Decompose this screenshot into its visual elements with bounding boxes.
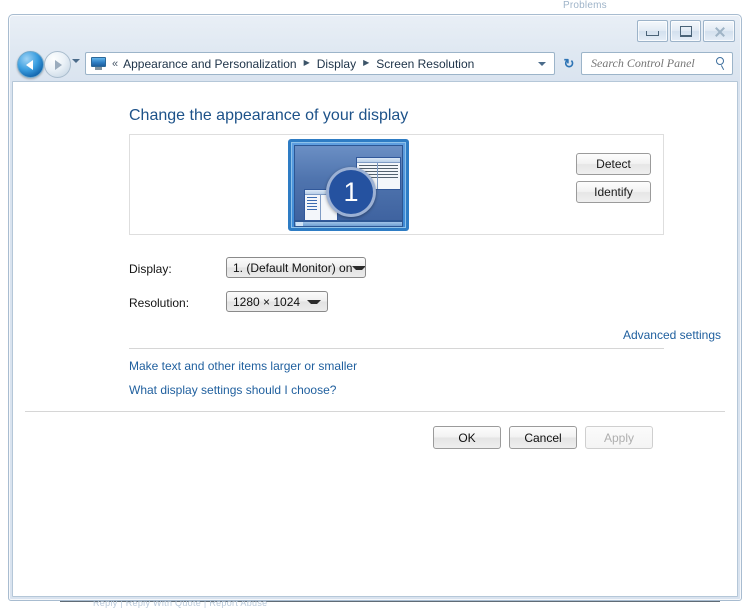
search-icon [715,57,728,71]
minimize-icon [646,31,659,36]
divider-upper [129,348,664,349]
chevron-down-icon-display [352,265,365,270]
chevron-down-icon-address[interactable] [538,61,546,66]
navigation-bar: « Appearance and Personalization ▶ Displ… [9,47,741,81]
arrow-left-icon [26,59,33,70]
control-panel-icon [91,57,106,70]
advanced-settings-link[interactable]: Advanced settings [623,328,721,342]
back-button[interactable] [17,51,44,78]
preview-taskbar [294,221,403,227]
arrow-right-icon [55,59,62,70]
refresh-icon[interactable]: ↻ [559,53,579,74]
identify-button[interactable]: Identify [576,181,651,203]
close-icon [714,26,725,37]
monitor-number-badge: 1 [326,167,376,217]
display-select-value: 1. (Default Monitor) on [233,260,353,275]
window-client-area: Change the appearance of your display 1 [12,81,738,597]
window-title-bar [9,15,741,47]
display-select[interactable]: 1. (Default Monitor) on [226,257,366,278]
background-page-text-top: Problems [563,0,607,11]
divider-lower [25,411,725,412]
breadcrumb-overflow-icon[interactable]: « [112,58,118,70]
screen-resolution-window: « Appearance and Personalization ▶ Displ… [8,14,742,601]
apply-button: Apply [585,426,653,449]
breadcrumb-item-screen-resolution[interactable]: Screen Resolution [376,57,474,71]
close-button[interactable] [703,20,735,42]
breadcrumb-separator-icon[interactable]: ▶ [363,58,369,67]
search-input[interactable] [589,55,715,72]
chevron-down-icon-history[interactable] [72,59,80,63]
ok-button[interactable]: OK [433,426,501,449]
maximize-icon [679,25,692,37]
address-bar[interactable]: « Appearance and Personalization ▶ Displ… [85,52,555,75]
monitor-preview-1[interactable]: 1 [288,139,409,231]
forward-button[interactable] [44,51,71,78]
cancel-button[interactable]: Cancel [509,426,577,449]
resolution-select[interactable]: 1280 × 1024 [226,291,328,312]
minimize-button[interactable] [637,20,668,42]
detect-button[interactable]: Detect [576,153,651,175]
breadcrumb-item-appearance[interactable]: Appearance and Personalization [123,57,296,71]
page-title: Change the appearance of your display [129,107,409,124]
window-controls [637,20,735,42]
maximize-button[interactable] [670,20,701,42]
display-label: Display: [129,262,172,276]
make-text-larger-link[interactable]: Make text and other items larger or smal… [129,359,357,373]
monitor-screen: 1 [294,145,403,221]
resolution-select-value: 1280 × 1024 [233,294,301,309]
breadcrumb-separator-icon[interactable]: ▶ [304,58,310,67]
display-preview-panel: 1 Detect Identify [129,134,664,235]
search-box[interactable] [581,52,733,75]
what-display-settings-link[interactable]: What display settings should I choose? [129,383,336,397]
breadcrumb-item-display[interactable]: Display [317,57,356,71]
chevron-down-icon-resolution [307,299,321,304]
resolution-label: Resolution: [129,296,190,310]
